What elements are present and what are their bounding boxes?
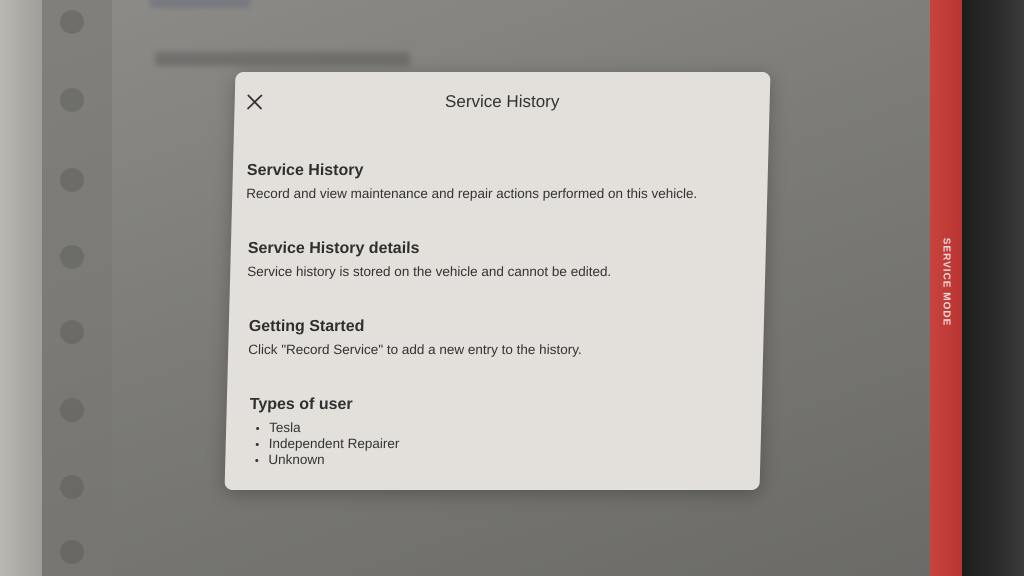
section-heading: Service History details	[247, 240, 420, 257]
section-heading: Types of user	[249, 396, 353, 413]
service-history-details-section: Service History details Service history …	[247, 240, 748, 279]
blurred-sidebar-icon	[60, 320, 84, 344]
screen-left-edge	[0, 0, 42, 576]
blurred-sidebar-icon	[60, 10, 84, 34]
section-description: Record and view maintenance and repair a…	[246, 186, 698, 201]
section-heading: Getting Started	[248, 318, 365, 335]
section-description: Service history is stored on the vehicle…	[247, 264, 612, 279]
service-mode-label: SERVICE MODE	[940, 237, 952, 327]
blurred-sidebar-icon	[60, 398, 84, 422]
screen-bezel	[962, 0, 1024, 576]
blurred-sidebar-icon	[60, 540, 84, 564]
modal-title: Service History	[444, 92, 560, 111]
section-description: Click "Record Service" to add a new entr…	[248, 342, 582, 357]
getting-started-section: Getting Started Click "Record Service" t…	[248, 318, 749, 357]
section-heading: Service History	[246, 162, 364, 179]
list-item: Unknown	[248, 452, 748, 468]
types-of-user-section: Types of user Tesla Independent Repairer…	[248, 396, 750, 468]
blurred-sidebar-icon	[60, 168, 84, 192]
blurred-sidebar-icon	[60, 245, 84, 269]
blurred-background-text	[155, 52, 410, 66]
blurred-sidebar-icon	[60, 88, 84, 112]
service-history-section: Service History Record and view maintena…	[246, 162, 747, 201]
list-item: Tesla	[249, 420, 749, 436]
user-types-list: Tesla Independent Repairer Unknown	[248, 420, 749, 468]
service-history-modal: Service History Service History Record a…	[224, 72, 771, 490]
blurred-sidebar-icon	[60, 475, 84, 499]
list-item: Independent Repairer	[249, 436, 749, 452]
blurred-background-heading	[150, 0, 250, 8]
